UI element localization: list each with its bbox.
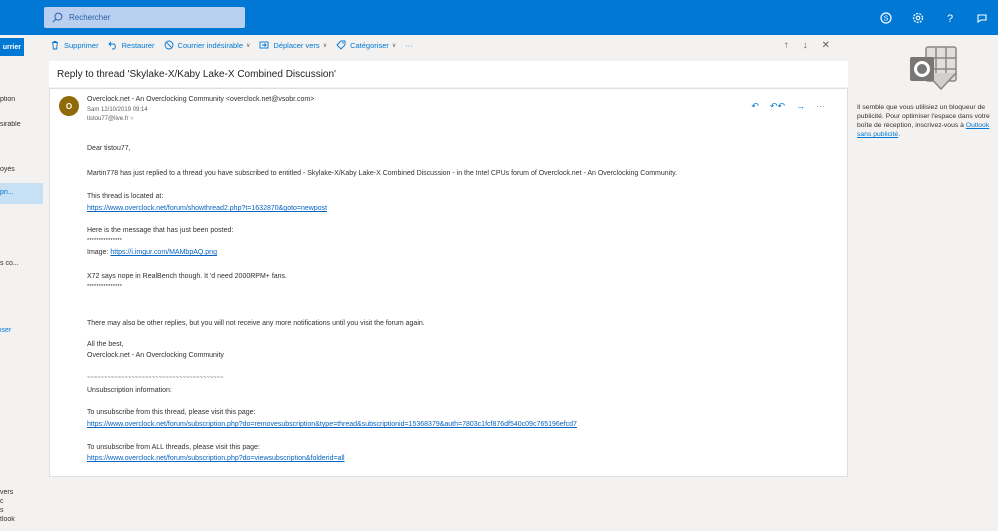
help-icon[interactable]: ? <box>934 0 966 35</box>
stars-separator: *************** <box>87 238 123 244</box>
greeting: Dear tistou77, <box>87 145 131 152</box>
junk-button[interactable]: Courrier indésirable ∨ <box>164 40 251 50</box>
unsub-all-link[interactable]: https://www.overclock.net/forum/subscrip… <box>87 455 345 462</box>
message-date: Sam 12/10/2019 09:14 <box>87 107 148 113</box>
folder-item-selected[interactable]: pri... <box>0 189 44 196</box>
message-subject: Reply to thread 'Skylake-X/Kaby Lake-X C… <box>49 61 848 87</box>
close-icon[interactable]: ✕ <box>822 40 830 51</box>
message-card: O Overclock.net - An Overclocking Commun… <box>49 88 848 477</box>
more-actions-icon[interactable]: ··· <box>816 101 825 112</box>
folder-item-personalize[interactable]: iser <box>0 327 44 334</box>
avatar[interactable]: O <box>59 96 79 116</box>
svg-text:S: S <box>884 15 889 22</box>
posted-label: Here is the message that has just been p… <box>87 227 234 234</box>
new-mail-button[interactable]: urrier <box>0 38 24 56</box>
thread-link[interactable]: https://www.overclock.net/forum/showthre… <box>87 205 327 212</box>
settings-gear-icon[interactable] <box>902 0 934 35</box>
trash-icon <box>52 41 58 50</box>
search-placeholder: Rechercher <box>69 13 111 22</box>
forward-icon[interactable]: → <box>796 101 805 112</box>
search-box[interactable]: Rechercher <box>44 7 245 28</box>
unsub-all-label: To unsubscribe from ALL threads, please … <box>87 444 260 451</box>
chevron-down-icon: ∨ <box>246 42 251 49</box>
stars-separator: *************** <box>87 284 123 290</box>
image-line: Image: https://i.imgur.com/MAMbpAQ.png <box>87 249 217 256</box>
thread-location-label: This thread is located at: <box>87 193 164 200</box>
folder-item-other[interactable]: s co... <box>0 260 44 267</box>
reply-all-icon[interactable]: ↶↶ <box>770 101 785 112</box>
folder-item-sent[interactable]: oyés <box>0 166 44 173</box>
intro-text: Martin778 has just replied to a thread y… <box>87 170 678 177</box>
folder-pane: urrier ption sirable oyés pri... s co...… <box>0 35 44 531</box>
more-commands-button[interactable]: ··· <box>405 41 413 50</box>
footer-item-2[interactable]: c <box>0 498 44 505</box>
chevron-down-icon: ∨ <box>322 42 328 49</box>
unsub-info: Unsubscription information: <box>87 387 172 394</box>
feedback-icon[interactable] <box>966 0 998 35</box>
footer-item-3[interactable]: s <box>0 507 44 514</box>
delete-button[interactable]: Supprimer <box>50 40 99 50</box>
ad-blocker-message: Il semble que vous utilisiez un bloqueur… <box>857 104 990 138</box>
more-replies-text: There may also be other replies, but you… <box>87 320 425 327</box>
sender[interactable]: Overclock.net - An Overclocking Communit… <box>87 96 314 103</box>
folder-move-icon <box>259 41 269 49</box>
top-bar: Rechercher S ? <box>0 0 998 35</box>
unsub-thread-link[interactable]: https://www.overclock.net/forum/subscrip… <box>87 421 577 428</box>
folder-item-reception[interactable]: ption <box>0 96 44 103</box>
block-icon <box>164 40 173 50</box>
recipient[interactable]: tistou77@live.fr » <box>87 116 133 122</box>
skype-icon[interactable]: S <box>870 0 902 35</box>
categorize-button[interactable]: Catégoriser ∨ <box>336 40 396 50</box>
tilde-separator: ~~~~~~~~~~~~~~~~~~~~~~~~~~~~~~~~~~~~~~~~ <box>87 375 224 381</box>
restore-button[interactable]: Restaurer <box>107 40 155 50</box>
footer-item-1[interactable]: vers <box>0 489 44 496</box>
chevron-down-icon: ∨ <box>391 42 397 49</box>
command-bar: Supprimer Restaurer Courrier indésirable… <box>44 35 848 55</box>
unsub-thread-label: To unsubscribe from this thread, please … <box>87 409 256 416</box>
undo-icon <box>107 41 116 50</box>
signature: Overclock.net - An Overclocking Communit… <box>87 352 224 359</box>
reply-icon[interactable]: ↶ <box>751 101 759 112</box>
arrow-down-icon[interactable]: ↓ <box>803 40 808 51</box>
footer-item-4[interactable]: tlook <box>0 516 44 523</box>
folder-item-junk[interactable]: sirable <box>0 121 44 128</box>
best-wishes: All the best, <box>87 341 124 348</box>
move-to-button[interactable]: Déplacer vers ∨ <box>259 40 327 50</box>
svg-text:?: ? <box>947 13 953 24</box>
arrow-up-icon[interactable]: ↑ <box>784 40 789 51</box>
search-icon <box>52 12 63 23</box>
ad-pane: Il semble que vous utilisiez un bloqueur… <box>848 35 998 531</box>
outlook-logo-icon <box>910 46 957 91</box>
tag-icon <box>336 40 346 50</box>
quoted-message: X72 says nope in RealBench though. It 'd… <box>87 273 287 280</box>
image-link[interactable]: https://i.imgur.com/MAMbpAQ.png <box>110 249 217 256</box>
